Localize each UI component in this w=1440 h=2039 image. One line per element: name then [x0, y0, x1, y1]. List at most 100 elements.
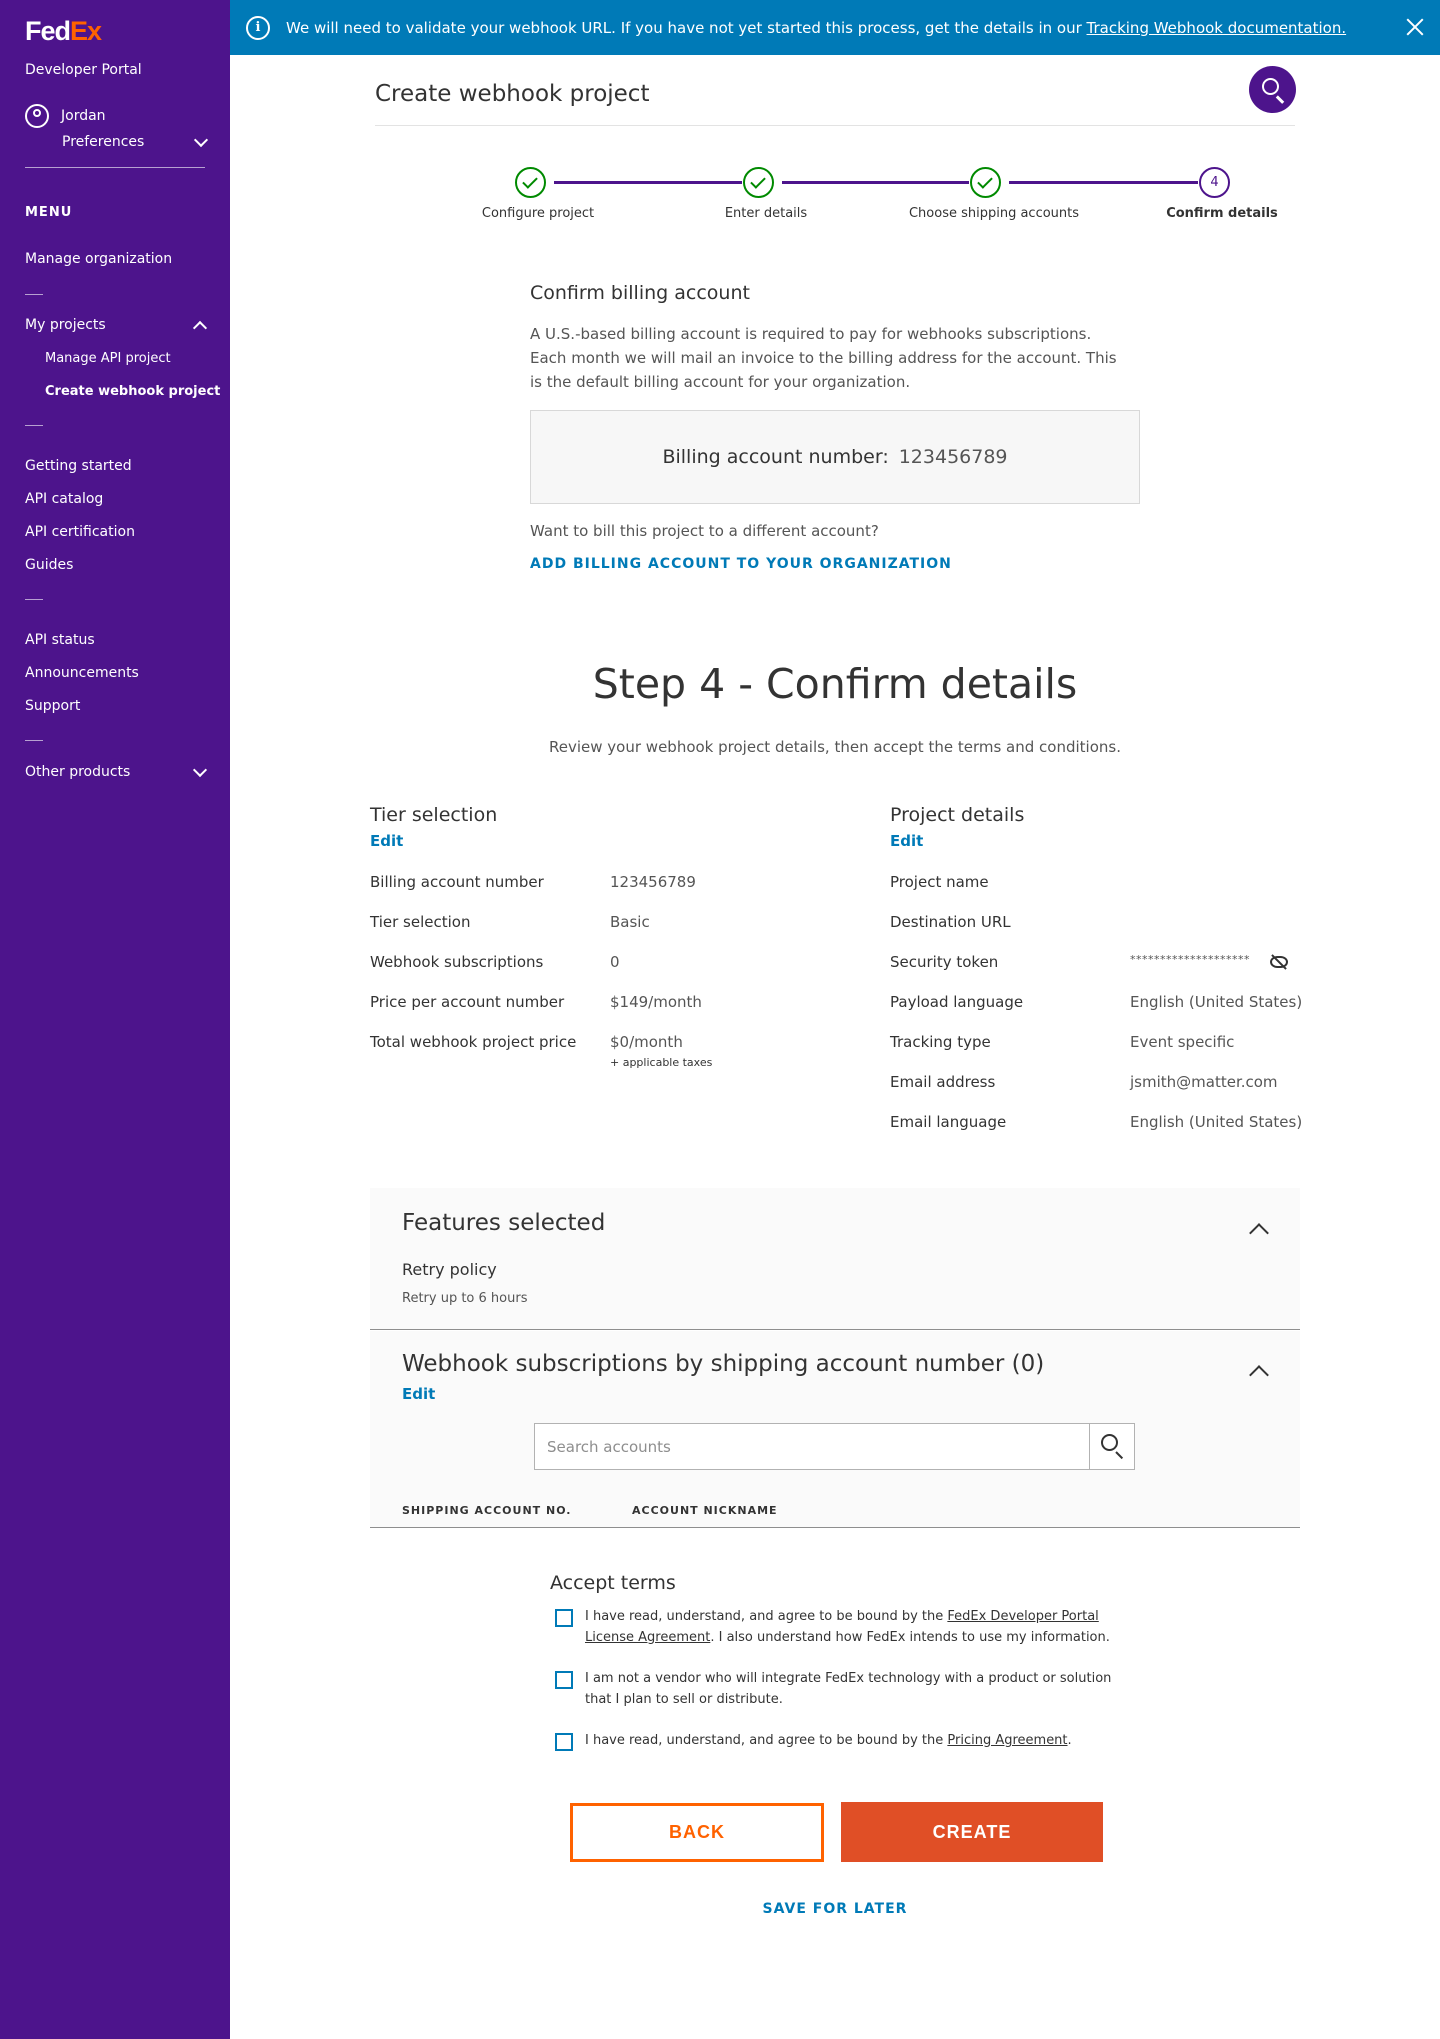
tier-row-value: $0/month — [610, 1033, 683, 1051]
project-row-value: jsmith@matter.com — [1130, 1073, 1278, 1091]
save-for-later-link[interactable]: SAVE FOR LATER — [230, 1901, 1440, 1917]
step-1-label: Configure project — [481, 206, 595, 221]
term-text-part: I have read, understand, and agree to be… — [585, 1609, 948, 1624]
project-row-label: Security token — [890, 953, 999, 971]
term-pricing-agreement: I have read, understand, and agree to be… — [555, 1730, 1115, 1751]
search-accounts-button[interactable] — [1089, 1424, 1134, 1469]
info-icon: i — [246, 15, 270, 40]
term-text: I am not a vendor who will integrate Fed… — [585, 1671, 1112, 1707]
sidebar-item-api-catalog[interactable]: API catalog — [25, 491, 103, 507]
user-icon — [25, 104, 49, 128]
license-agreement-checkbox[interactable] — [555, 1609, 573, 1627]
tier-row-value: Basic — [610, 913, 650, 931]
sidebar: FedEx Developer Portal Jordan Preference… — [0, 0, 230, 2039]
project-edit-link[interactable]: Edit — [890, 832, 923, 850]
sidebar-item-api-status[interactable]: API status — [25, 632, 95, 648]
sidebar-item-my-projects[interactable]: My projects — [25, 317, 208, 335]
sidebar-item-api-certification[interactable]: API certification — [25, 524, 135, 540]
project-row-label: Destination URL — [890, 913, 1011, 931]
term-license-agreement: I have read, understand, and agree to be… — [555, 1606, 1115, 1648]
billing-account-number: 123456789 — [898, 446, 1008, 468]
step-2-label: Enter details — [724, 206, 808, 221]
close-icon[interactable] — [1406, 18, 1424, 36]
security-token-value: ******************** — [1130, 953, 1250, 966]
taxes-note: + applicable taxes — [610, 1056, 713, 1069]
pricing-agreement-checkbox[interactable] — [555, 1733, 573, 1751]
sidebar-item-announcements[interactable]: Announcements — [25, 665, 139, 681]
preferences-toggle[interactable]: Preferences — [62, 132, 209, 150]
different-account-question: Want to bill this project to a different… — [530, 522, 879, 540]
sidebar-dash — [25, 294, 43, 295]
search-button[interactable] — [1249, 66, 1296, 113]
sidebar-item-other-products[interactable]: Other products — [25, 762, 208, 780]
preferences-label: Preferences — [62, 134, 145, 150]
project-row-label: Email address — [890, 1073, 996, 1091]
project-row-label: Project name — [890, 873, 989, 891]
billing-account-label: Billing account number: — [662, 446, 889, 468]
tier-edit-link[interactable]: Edit — [370, 832, 403, 850]
stepper-connector — [1009, 181, 1198, 184]
user-row: Jordan — [25, 104, 106, 128]
sidebar-divider — [25, 167, 205, 168]
subscriptions-edit-link[interactable]: Edit — [402, 1385, 435, 1403]
term-not-vendor: I am not a vendor who will integrate Fed… — [555, 1668, 1115, 1710]
tier-row-label: Tier selection — [370, 913, 471, 931]
eye-slash-icon[interactable] — [1270, 956, 1288, 968]
project-row-value: Event specific — [1130, 1033, 1235, 1051]
retry-policy-label: Retry policy — [402, 1260, 497, 1279]
column-header-shipping-account[interactable]: SHIPPING ACCOUNT NO. — [402, 1504, 571, 1517]
add-billing-account-link[interactable]: ADD BILLING ACCOUNT TO YOUR ORGANIZATION — [530, 556, 952, 572]
term-text-part: I have read, understand, and agree to be… — [585, 1733, 948, 1748]
step-4-current: 4 — [1199, 167, 1230, 198]
check-icon — [750, 173, 766, 189]
header-divider — [375, 125, 1295, 126]
logo-fed: Fed — [25, 16, 71, 46]
billing-description: A U.S.-based billing account is required… — [530, 325, 1117, 391]
search-icon-handle — [1276, 95, 1285, 104]
tier-row-value: 0 — [610, 953, 620, 971]
fedex-logo[interactable]: FedEx — [25, 16, 102, 47]
tier-row-label: Webhook subscriptions — [370, 953, 544, 971]
sidebar-item-guides[interactable]: Guides — [25, 557, 73, 573]
tier-selection-title: Tier selection — [370, 804, 498, 826]
chevron-up-icon — [192, 320, 208, 335]
billing-account-box: Billing account number: 123456789 — [530, 410, 1140, 504]
column-header-account-nickname[interactable]: ACCOUNT NICKNAME — [632, 1504, 778, 1517]
project-row-label: Email language — [890, 1113, 1007, 1131]
billing-title: Confirm billing account — [530, 282, 750, 304]
page-title: Create webhook project — [375, 81, 650, 107]
tracking-webhook-doc-link[interactable]: Tracking Webhook documentation. — [1087, 19, 1347, 37]
step-2-complete — [743, 167, 774, 198]
pricing-agreement-link[interactable]: Pricing Agreement — [947, 1733, 1067, 1748]
term-text: I have read, understand, and agree to be… — [585, 1730, 1072, 1751]
back-button[interactable]: BACK — [570, 1803, 824, 1862]
sidebar-dash — [25, 599, 43, 600]
sidebar-item-support[interactable]: Support — [25, 698, 80, 714]
chevron-up-icon[interactable] — [1249, 1223, 1269, 1243]
features-accordion: Features selected Retry policy Retry up … — [370, 1188, 1300, 1330]
check-icon — [977, 173, 993, 189]
stepper-connector — [554, 181, 742, 184]
stepper-connector — [782, 181, 969, 184]
sidebar-item-manage-api-project[interactable]: Manage API project — [45, 351, 171, 366]
features-title: Features selected — [402, 1210, 606, 1236]
banner-message: We will need to validate your webhook UR… — [286, 18, 1087, 37]
chevron-down-icon — [192, 762, 208, 777]
other-products-label: Other products — [25, 764, 131, 780]
sidebar-item-manage-organization[interactable]: Manage organization — [25, 251, 172, 267]
project-row-value: English (United States) — [1130, 993, 1303, 1011]
menu-title: MENU — [25, 205, 73, 220]
not-vendor-checkbox[interactable] — [555, 1671, 573, 1689]
tier-row-value: 123456789 — [610, 873, 696, 891]
info-banner: i We will need to validate your webhook … — [230, 0, 1440, 55]
retry-policy-value: Retry up to 6 hours — [402, 1291, 528, 1306]
project-details-title: Project details — [890, 804, 1025, 826]
chevron-up-icon[interactable] — [1249, 1365, 1269, 1385]
create-button[interactable]: CREATE — [841, 1802, 1103, 1862]
step4-title: Step 4 - Confirm details — [592, 660, 1078, 708]
term-text-part: . I also understand how FedEx intends to… — [710, 1630, 1110, 1645]
search-icon-handle — [1115, 1451, 1124, 1460]
sidebar-item-getting-started[interactable]: Getting started — [25, 458, 132, 474]
sidebar-item-create-webhook-project[interactable]: Create webhook project — [45, 384, 220, 399]
search-accounts-input[interactable] — [535, 1424, 1085, 1469]
